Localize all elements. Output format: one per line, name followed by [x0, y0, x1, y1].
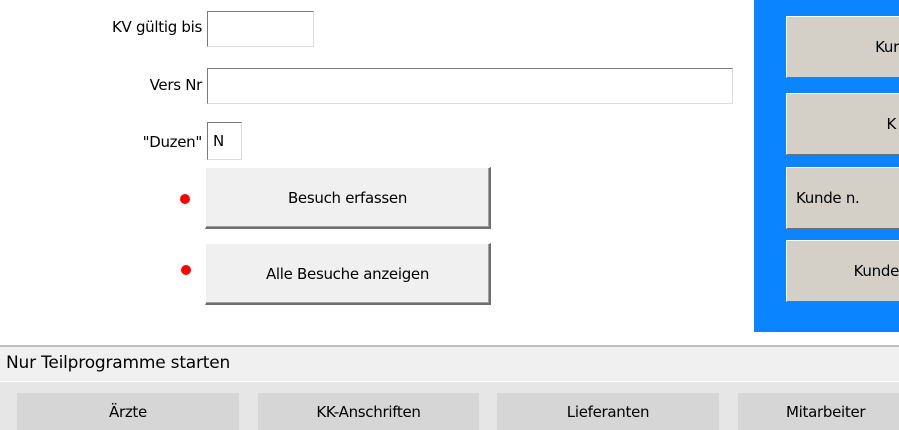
aerzte-label: Ärzte	[109, 402, 147, 421]
side-button-label: K	[886, 115, 896, 133]
side-button-kunde-4[interactable]: Kunde	[786, 240, 899, 302]
section-header-text: Nur Teilprogramme starten	[6, 353, 231, 373]
vers-nr-label: Vers Nr	[149, 76, 203, 94]
kk-anschriften-button[interactable]: KK-Anschriften	[258, 393, 479, 430]
kv-valid-until-input[interactable]	[207, 11, 314, 47]
besuch-erfassen-button[interactable]: Besuch erfassen	[205, 167, 491, 229]
alle-besuche-anzeigen-label: Alle Besuche anzeigen	[265, 264, 430, 283]
vers-nr-input[interactable]	[207, 68, 733, 104]
side-button-label: Kur	[875, 38, 899, 56]
side-button-kunde-1[interactable]: Kur	[786, 16, 899, 78]
side-button-kunde-3[interactable]: Kunde n.	[786, 167, 899, 229]
besuch-erfassen-label: Besuch erfassen	[287, 188, 408, 207]
side-button-label: Kunde n.	[796, 189, 860, 207]
lieferanten-label: Lieferanten	[566, 402, 650, 421]
kv-valid-until-label: KV gültig bis	[111, 18, 202, 36]
section-header: Nur Teilprogramme starten	[0, 345, 899, 381]
mitarbeiter-button[interactable]: Mitarbeiter	[738, 393, 899, 430]
kk-anschriften-label: KK-Anschriften	[316, 402, 421, 421]
side-button-label: Kunde	[853, 262, 899, 280]
mitarbeiter-label: Mitarbeiter	[786, 402, 866, 421]
alle-besuche-anzeigen-button[interactable]: Alle Besuche anzeigen	[205, 243, 491, 305]
duzen-input[interactable]	[207, 122, 242, 160]
aerzte-button[interactable]: Ärzte	[17, 393, 239, 430]
required-marker-dot	[180, 194, 190, 204]
lieferanten-button[interactable]: Lieferanten	[497, 393, 719, 430]
side-button-kunde-2[interactable]: K	[786, 93, 899, 155]
duzen-label: "Duzen"	[142, 133, 203, 151]
required-marker-dot	[181, 265, 191, 275]
